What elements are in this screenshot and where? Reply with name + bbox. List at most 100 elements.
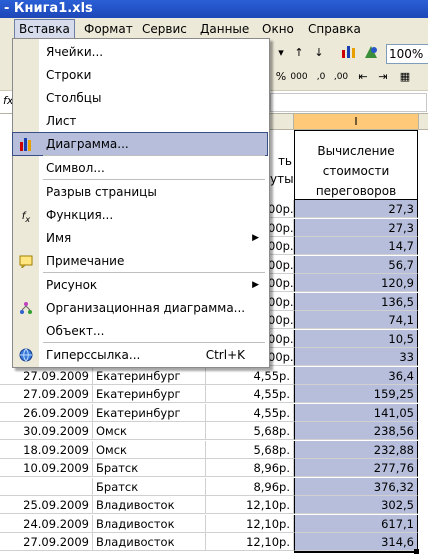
- date-cell[interactable]: 10.09.2009: [0, 459, 93, 477]
- date-cell[interactable]: 26.09.2009: [0, 403, 93, 422]
- cost-cell[interactable]: 36,4: [294, 366, 418, 385]
- city-cell[interactable]: Омск: [93, 440, 206, 459]
- menu-item-5[interactable]: Диаграмма...: [12, 132, 268, 156]
- percent-style-icon[interactable]: %: [272, 68, 290, 86]
- price-cell[interactable]: 8,96р.: [206, 459, 294, 477]
- menu-item-label: Объект...: [46, 324, 105, 338]
- price-cell[interactable]: 4,55р.: [206, 403, 294, 422]
- date-cell[interactable]: 24.09.2009: [0, 514, 93, 533]
- cost-cell[interactable]: 141,05: [294, 403, 418, 422]
- menu-item-3[interactable]: Столбцы: [13, 87, 267, 109]
- menu-item-1[interactable]: Ячейки...: [13, 41, 267, 63]
- city-cell[interactable]: Екатеринбург: [93, 366, 206, 385]
- increase-decimal-icon[interactable]: ,0: [312, 68, 330, 86]
- price-cell[interactable]: 12,10р.: [206, 533, 294, 551]
- menu-item-label: Имя: [46, 231, 72, 245]
- drawing-icon[interactable]: [362, 44, 380, 62]
- sort-descending-icon[interactable]: ↓: [310, 44, 328, 62]
- globe-link-icon: [19, 348, 33, 362]
- column-header-j[interactable]: [419, 114, 428, 130]
- cost-cell[interactable]: 33: [294, 348, 418, 366]
- city-cell[interactable]: Владивосток: [93, 533, 206, 551]
- fill-handle[interactable]: [414, 548, 419, 554]
- cost-cell[interactable]: 277,76: [294, 459, 418, 477]
- price-cell[interactable]: 00р.: [268, 237, 294, 255]
- menu-item-4[interactable]: Лист: [13, 110, 267, 132]
- city-cell[interactable]: Владивосток: [93, 496, 206, 514]
- price-cell[interactable]: 4,55р.: [206, 366, 294, 385]
- date-cell[interactable]: 27.09.2009: [0, 385, 93, 403]
- price-cell[interactable]: 5,68р.: [206, 440, 294, 459]
- menu-help[interactable]: Справка: [304, 20, 365, 38]
- city-cell[interactable]: Братск: [93, 477, 206, 496]
- cost-cell[interactable]: 159,25: [294, 385, 418, 403]
- decrease-decimal-icon[interactable]: ,00: [332, 68, 350, 86]
- price-cell[interactable]: 00р.: [268, 200, 294, 218]
- date-cell[interactable]: [0, 477, 93, 496]
- date-cell[interactable]: 25.09.2009: [0, 496, 93, 514]
- menu-data[interactable]: Данные: [196, 20, 253, 38]
- menu-tools[interactable]: Сервис: [138, 20, 191, 38]
- cost-cell[interactable]: 238,56: [294, 422, 418, 440]
- menu-item-8[interactable]: fx Функция...: [13, 204, 267, 226]
- city-cell[interactable]: Братск: [93, 459, 206, 477]
- price-cell[interactable]: 00р.: [268, 348, 294, 366]
- price-cell[interactable]: 00р.: [268, 274, 294, 292]
- date-cell[interactable]: 18.09.2009: [0, 440, 93, 459]
- price-cell[interactable]: 00р.: [268, 255, 294, 274]
- city-cell[interactable]: Владивосток: [93, 514, 206, 533]
- increase-indent-icon[interactable]: ⇥: [374, 68, 392, 86]
- price-cell[interactable]: 4,55р.: [206, 385, 294, 403]
- org-chart-icon: [19, 301, 33, 315]
- thousands-separator-icon[interactable]: 000: [290, 68, 308, 86]
- cost-cell[interactable]: 10,5: [294, 329, 418, 348]
- menu-window[interactable]: Окно: [258, 20, 298, 38]
- cost-cell[interactable]: 14,7: [294, 237, 418, 255]
- decrease-indent-icon[interactable]: ⇤: [354, 68, 372, 86]
- menu-item-6[interactable]: Символ...: [13, 157, 267, 179]
- menu-format[interactable]: Формат: [80, 20, 137, 38]
- date-cell[interactable]: 30.09.2009: [0, 422, 93, 440]
- cost-cell[interactable]: 376,32: [294, 477, 418, 496]
- cost-cell[interactable]: 120,9: [294, 274, 418, 292]
- menu-item-10[interactable]: Примечание: [13, 250, 267, 272]
- price-cell[interactable]: 00р.: [268, 292, 294, 311]
- price-cell[interactable]: 00р.: [268, 329, 294, 348]
- menu-item-9[interactable]: Имя ▶: [13, 227, 267, 249]
- cost-cell[interactable]: 314,6: [294, 533, 418, 551]
- cost-cell[interactable]: 302,5: [294, 496, 418, 514]
- city-cell[interactable]: Екатеринбург: [93, 385, 206, 403]
- date-cell[interactable]: 27.09.2009: [0, 533, 93, 551]
- price-cell[interactable]: 12,10р.: [206, 514, 294, 533]
- dropdown-arrow-icon[interactable]: ▾: [272, 44, 290, 62]
- menu-item-11[interactable]: Рисунок ▶: [13, 274, 267, 296]
- chart-wizard-icon[interactable]: [340, 44, 358, 62]
- borders-icon[interactable]: ▦: [396, 68, 414, 86]
- date-cell[interactable]: 27.09.2009: [0, 366, 93, 385]
- price-cell[interactable]: 00р.: [268, 311, 294, 329]
- cost-cell[interactable]: 74,1: [294, 311, 418, 329]
- header-i-cell[interactable]: Вычисление стоимости переговоров: [294, 130, 418, 200]
- formula-input[interactable]: [270, 93, 427, 112]
- cost-cell[interactable]: 232,88: [294, 440, 418, 459]
- price-cell[interactable]: 00р.: [268, 218, 294, 237]
- menu-item-2[interactable]: Строки: [13, 64, 267, 86]
- sort-ascending-icon[interactable]: ↑: [290, 44, 308, 62]
- menu-insert[interactable]: Вставка: [14, 19, 75, 39]
- cost-cell[interactable]: 136,5: [294, 292, 418, 311]
- city-cell[interactable]: Екатеринбург: [93, 403, 206, 422]
- menu-item-7[interactable]: Разрыв страницы: [13, 181, 267, 203]
- cost-cell[interactable]: 56,7: [294, 255, 418, 274]
- price-cell[interactable]: 5,68р.: [206, 422, 294, 440]
- menu-item-12[interactable]: Организационная диаграмма...: [13, 297, 267, 319]
- city-cell[interactable]: Омск: [93, 422, 206, 440]
- zoom-box[interactable]: 100%: [386, 44, 428, 64]
- price-cell[interactable]: 8,96р.: [206, 477, 294, 496]
- column-header-i[interactable]: I: [294, 114, 419, 130]
- cost-cell[interactable]: 27,3: [294, 200, 418, 218]
- price-cell[interactable]: 12,10р.: [206, 496, 294, 514]
- cost-cell[interactable]: 617,1: [294, 514, 418, 533]
- menu-item-13[interactable]: Объект...: [13, 320, 267, 342]
- menu-item-14[interactable]: Гиперссылка... Ctrl+K: [13, 344, 267, 366]
- cost-cell[interactable]: 27,3: [294, 218, 418, 237]
